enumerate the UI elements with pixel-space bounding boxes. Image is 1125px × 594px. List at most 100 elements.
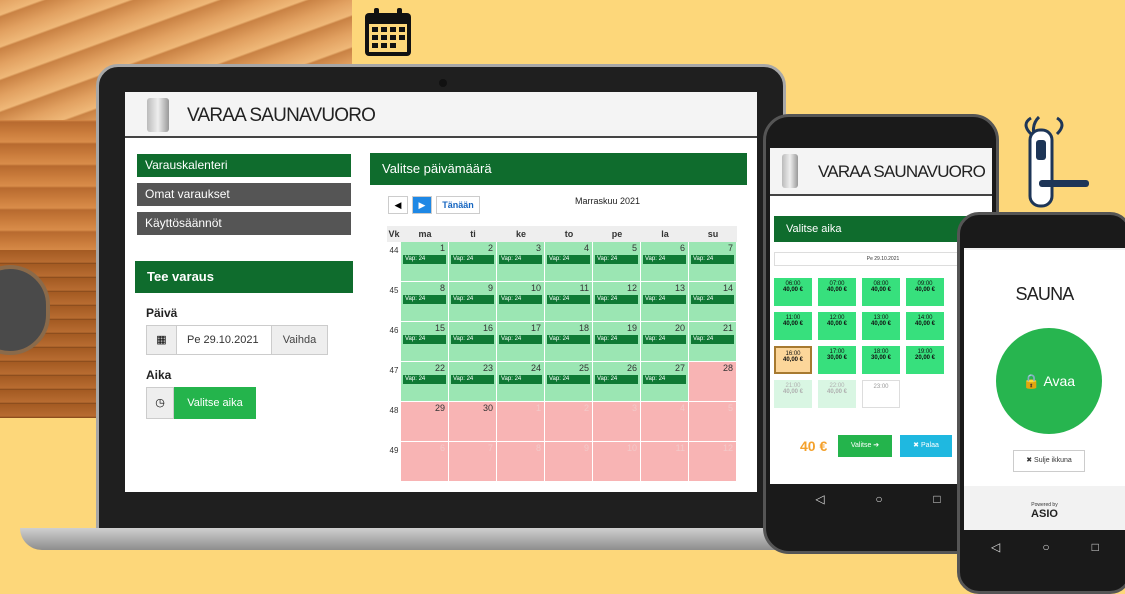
time-slot[interactable]: 13:00 40,00 € (862, 312, 900, 340)
time-slot[interactable]: 09:00 40,00 € (906, 278, 944, 306)
sidebar-item-omat-varaukset[interactable]: Omat varaukset (137, 183, 351, 206)
back-nav-icon[interactable]: ◁ (991, 540, 1000, 554)
calendar-day[interactable]: 1 Vap: 24 (401, 242, 449, 282)
calendar-day: 8 (497, 442, 545, 482)
col-header: Vk (388, 229, 400, 239)
calendar-day: 7 (449, 442, 497, 482)
select-time-button[interactable]: Valitse aika (174, 387, 256, 419)
calendar-day[interactable]: 20 Vap: 24 (641, 322, 689, 362)
day-number: 26 (626, 363, 637, 373)
time-slot[interactable]: 08:00 40,00 € (862, 278, 900, 306)
slot-price: 40,00 € (826, 287, 848, 293)
calendar-day[interactable]: 5 Vap: 24 (593, 242, 641, 282)
day-number: 10 (530, 283, 541, 293)
col-header: ti (470, 229, 476, 239)
next-month-button[interactable]: ▶ (412, 196, 432, 214)
clock-icon: ◷ (146, 387, 174, 419)
day-number: 8 (535, 443, 541, 453)
day-number: 22 (434, 363, 445, 373)
time-slot[interactable]: 07:00 40,00 € (818, 278, 856, 306)
calendar-day[interactable]: 18 Vap: 24 (545, 322, 593, 362)
time-slot[interactable]: 17:00 30,00 € (818, 346, 856, 374)
calendar-day[interactable]: 27 Vap: 24 (641, 362, 689, 402)
time-slot[interactable]: 11:00 40,00 € (774, 312, 812, 340)
laptop-screen: VARAA SAUNAVUORO Varauskalenteri Omat va… (125, 92, 757, 492)
time-slot[interactable]: 19:00 20,00 € (906, 346, 944, 374)
day-input-group: ▦ Pe 29.10.2021 Vaihda (146, 325, 328, 355)
calendar-day[interactable]: 24 Vap: 24 (497, 362, 545, 402)
calendar-day[interactable]: 25 Vap: 24 (545, 362, 593, 402)
calendar-day[interactable]: 7 Vap: 24 (689, 242, 737, 282)
calendar-day: 29 (401, 402, 449, 442)
sidebar-item-kayttosaannot[interactable]: Käyttösäännöt (137, 212, 351, 235)
time-slot[interactable]: 16:00 40,00 € (774, 346, 812, 374)
time-slot[interactable]: 18:00 30,00 € (862, 346, 900, 374)
col-header: to (564, 229, 574, 239)
open-door-button[interactable]: 🔒 Avaa (996, 328, 1102, 434)
calendar-day[interactable]: 2 Vap: 24 (449, 242, 497, 282)
availability-badge: Vap: 24 (403, 295, 446, 304)
back-nav-icon[interactable]: ◁ (815, 492, 824, 506)
day-number: 8 (439, 283, 445, 293)
availability-badge: Vap: 24 (451, 375, 494, 384)
calendar-day: 3 (593, 402, 641, 442)
time-label: Aika (146, 368, 172, 382)
close-window-button[interactable]: ✖ Sulje ikkuna (1013, 450, 1085, 472)
prev-month-button[interactable]: ◀ (388, 196, 408, 214)
change-day-button[interactable]: Vaihda (271, 326, 327, 354)
day-field[interactable]: Pe 29.10.2021 (177, 326, 271, 354)
calendar-day[interactable]: 13 Vap: 24 (641, 282, 689, 322)
calendar-day[interactable]: 9 Vap: 24 (449, 282, 497, 322)
day-number: 3 (631, 403, 637, 413)
calendar-day[interactable]: 4 Vap: 24 (545, 242, 593, 282)
time-slot[interactable]: 12:00 40,00 € (818, 312, 856, 340)
availability-badge: Vap: 24 (691, 255, 734, 264)
day-number: 7 (487, 443, 493, 453)
week-number: 45 (387, 282, 401, 322)
day-number: 19 (626, 323, 637, 333)
day-number: 23 (482, 363, 493, 373)
back-button[interactable]: ✖ Palaa (900, 435, 952, 457)
time-slot: 21:00 40,00 € (774, 380, 812, 408)
calendar-day[interactable]: 6 Vap: 24 (641, 242, 689, 282)
week-number: 47 (387, 362, 401, 402)
calendar-day[interactable]: 11 Vap: 24 (545, 282, 593, 322)
sauna-logo-icon (147, 98, 169, 132)
availability-badge: Vap: 24 (595, 335, 638, 344)
calendar-day[interactable]: 16 Vap: 24 (449, 322, 497, 362)
time-slot[interactable]: 06:00 40,00 € (774, 278, 812, 306)
calendar-day[interactable]: 23 Vap: 24 (449, 362, 497, 402)
today-button[interactable]: Tänään (436, 196, 480, 214)
calendar-day[interactable]: 26 Vap: 24 (593, 362, 641, 402)
day-number: 11 (675, 443, 685, 453)
availability-badge: Vap: 24 (499, 295, 542, 304)
header: VARAA SAUNAVUORO (125, 92, 757, 138)
calendar-day[interactable]: 8 Vap: 24 (401, 282, 449, 322)
time-slot: 23:00 (862, 380, 900, 408)
calendar-heading: Valitse päivämäärä (370, 153, 747, 185)
week-number: 44 (387, 242, 401, 282)
calendar-day[interactable]: 3 Vap: 24 (497, 242, 545, 282)
calendar-day[interactable]: 22 Vap: 24 (401, 362, 449, 402)
home-nav-icon[interactable]: ○ (875, 492, 882, 506)
recents-nav-icon[interactable]: □ (933, 492, 940, 506)
day-number: 4 (679, 403, 685, 413)
calendar-day[interactable]: 19 Vap: 24 (593, 322, 641, 362)
availability-badge: Vap: 24 (499, 255, 542, 264)
day-label: Päivä (146, 306, 178, 320)
calendar-day[interactable]: 15 Vap: 24 (401, 322, 449, 362)
calendar-day[interactable]: 21 Vap: 24 (689, 322, 737, 362)
calendar-day[interactable]: 12 Vap: 24 (593, 282, 641, 322)
time-slot[interactable]: 14:00 40,00 € (906, 312, 944, 340)
availability-badge: Vap: 24 (451, 255, 494, 264)
sidebar-item-varauskalenteri[interactable]: Varauskalenteri (137, 154, 351, 177)
calendar-day[interactable]: 14 Vap: 24 (689, 282, 737, 322)
calendar-day[interactable]: 10 Vap: 24 (497, 282, 545, 322)
home-nav-icon[interactable]: ○ (1042, 540, 1049, 554)
week-number: 48 (387, 402, 401, 442)
day-number: 9 (583, 443, 589, 453)
select-button[interactable]: Valitse ➔ (838, 435, 892, 457)
availability-badge: Vap: 24 (595, 255, 638, 264)
calendar-day[interactable]: 17 Vap: 24 (497, 322, 545, 362)
recents-nav-icon[interactable]: □ (1092, 540, 1099, 554)
